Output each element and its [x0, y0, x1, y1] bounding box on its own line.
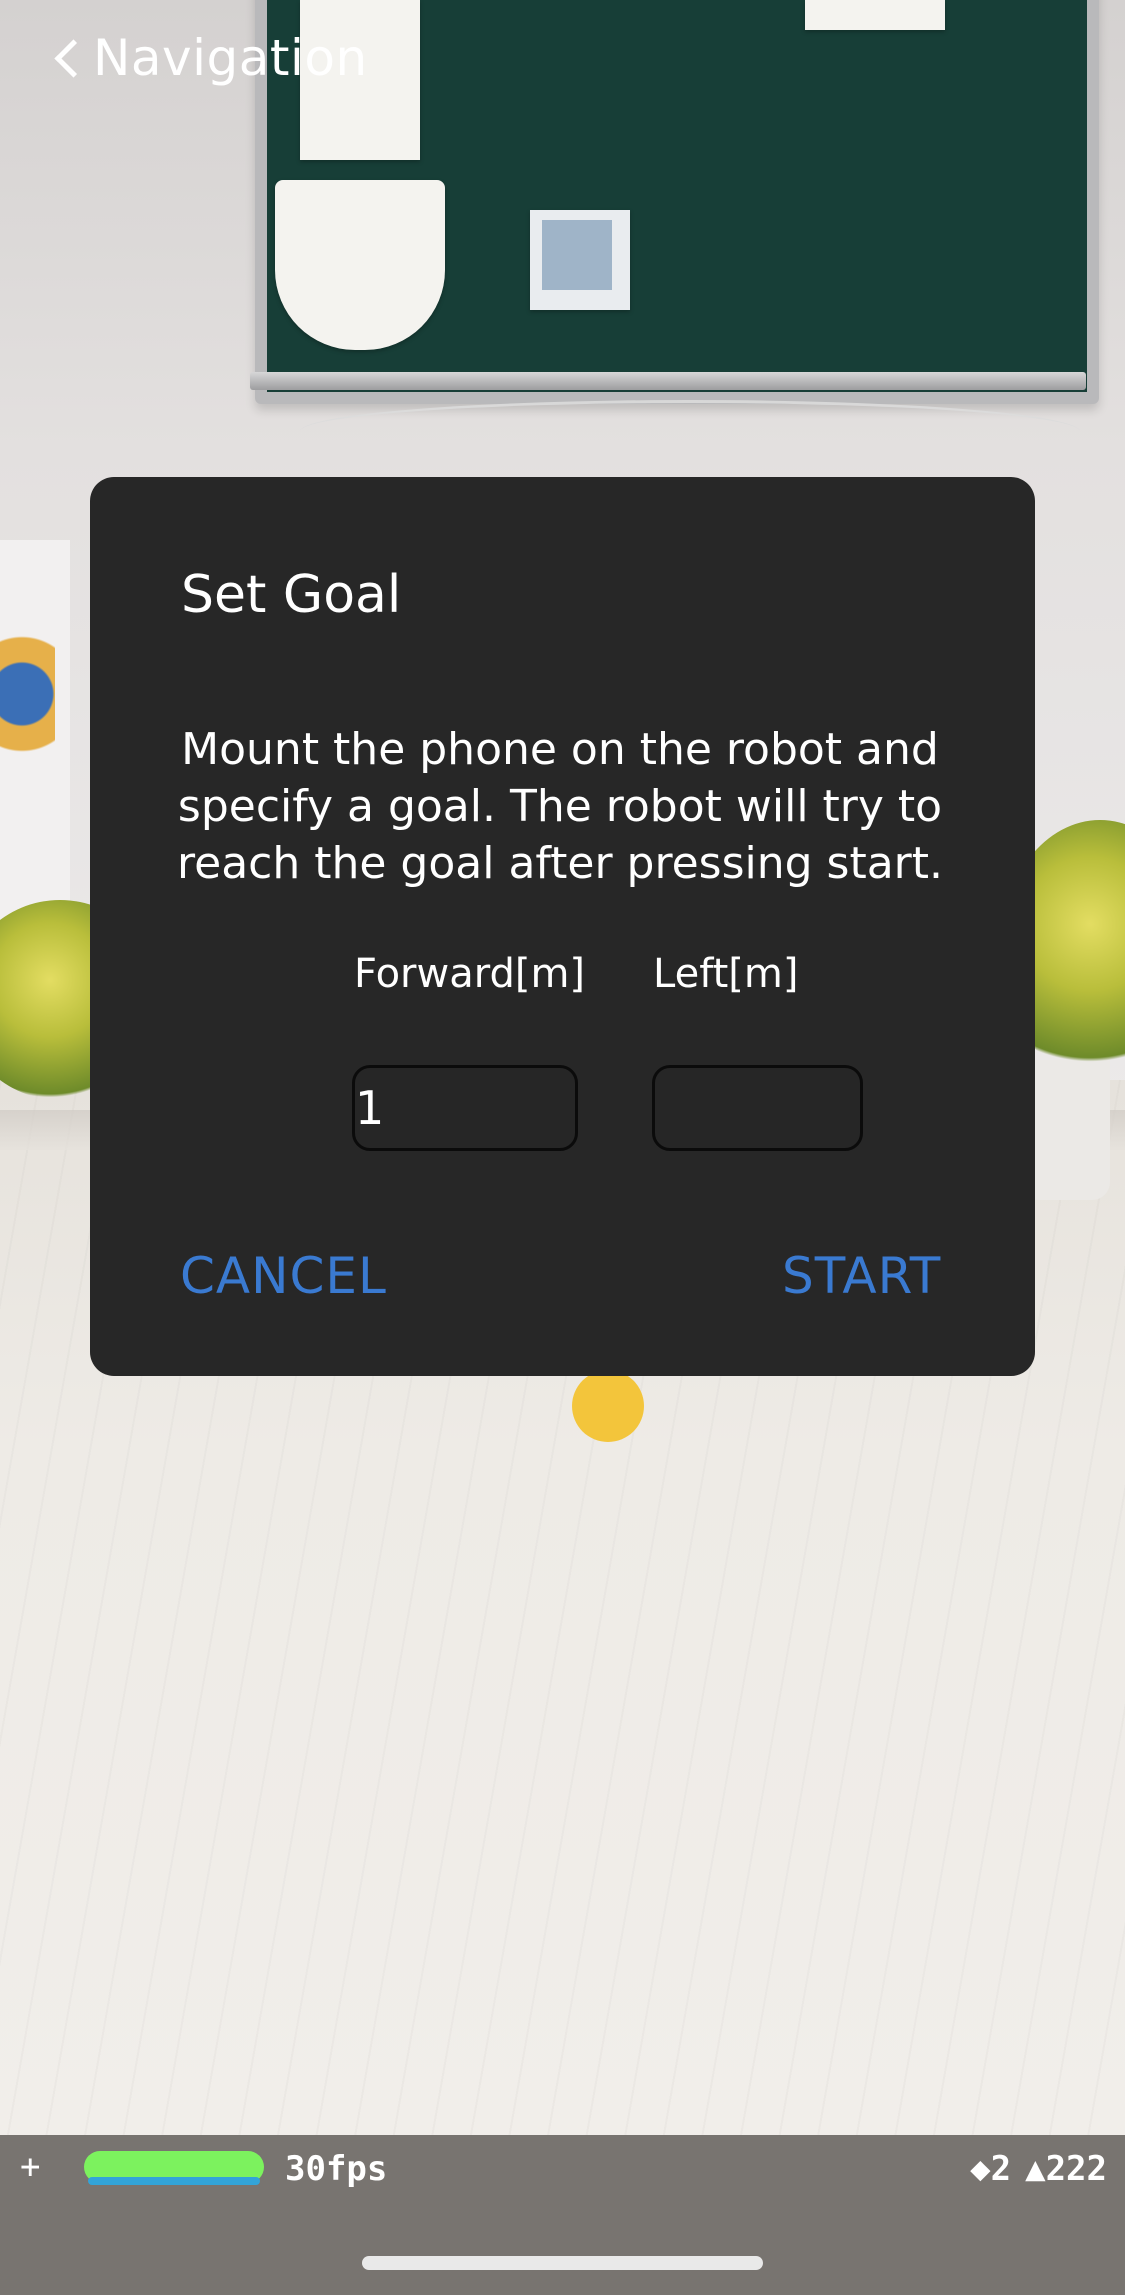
set-goal-dialog: Set Goal Mount the phone on the robot an…	[90, 477, 1035, 1376]
plus-icon[interactable]: +	[20, 2147, 40, 2187]
wall-poster	[0, 540, 70, 920]
fps-readout: 30fps	[285, 2149, 388, 2189]
scene-stats: ◆2 ▲222	[970, 2149, 1107, 2189]
board-shelf	[250, 372, 1086, 390]
vertex-count: ◆2	[970, 2149, 1012, 2189]
pinned-photo	[530, 210, 630, 310]
start-button[interactable]: START	[782, 1247, 941, 1305]
dialog-message: Mount the phone on the robot and specify…	[177, 724, 943, 889]
fps-meter-underline	[88, 2177, 260, 2185]
pinned-note	[805, 0, 945, 30]
left-label: Left[m]	[653, 951, 799, 997]
back-button[interactable]: Navigation	[52, 28, 368, 88]
cable	[300, 400, 1080, 463]
cancel-button[interactable]: CANCEL	[180, 1247, 387, 1305]
left-input[interactable]	[655, 1068, 860, 1148]
forward-field	[352, 1065, 578, 1151]
dialog-title: Set Goal	[181, 565, 402, 625]
home-indicator[interactable]	[362, 2256, 763, 2270]
triangle-count: ▲222	[1025, 2149, 1107, 2189]
pinned-note	[275, 180, 445, 350]
left-field	[652, 1065, 863, 1151]
goal-marker	[572, 1370, 644, 1442]
forward-label: Forward[m]	[354, 951, 586, 997]
ar-status-bar: + 30fps ◆2 ▲222	[0, 2135, 1125, 2295]
back-button-label: Navigation	[93, 29, 368, 87]
forward-input[interactable]	[355, 1068, 575, 1148]
chevron-left-icon	[54, 38, 93, 78]
